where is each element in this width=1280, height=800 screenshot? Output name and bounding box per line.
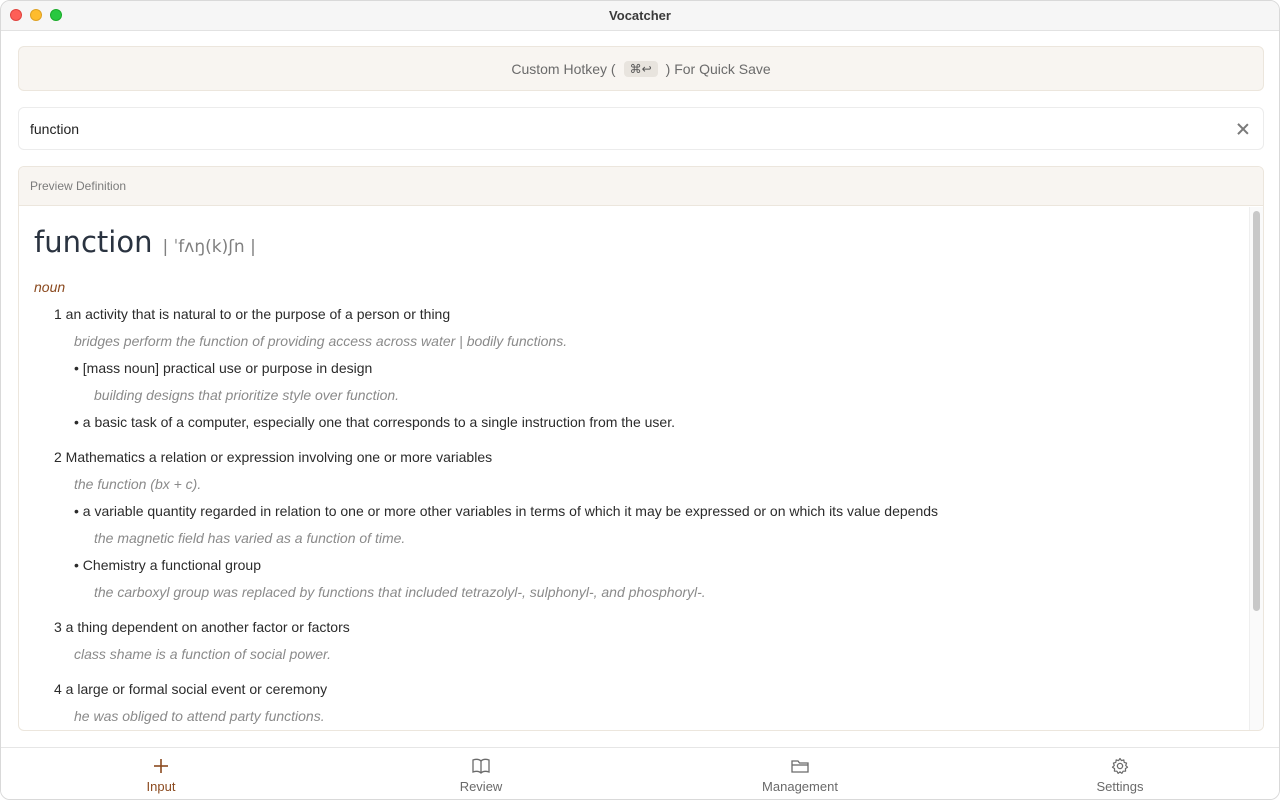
sense-1: 1 an activity that is natural to or the … bbox=[54, 306, 451, 322]
headword: function bbox=[34, 225, 153, 259]
word-search-field bbox=[18, 107, 1264, 150]
tab-management[interactable]: Management bbox=[720, 748, 880, 799]
sense-2a: • a variable quantity regarded in relati… bbox=[74, 503, 939, 519]
book-icon bbox=[472, 758, 490, 774]
preview-definition-panel: Preview Definition function | ˈfʌŋ(k)ʃn … bbox=[18, 166, 1264, 731]
window-title: Vocatcher bbox=[609, 8, 671, 23]
title-bar: Vocatcher bbox=[1, 1, 1279, 31]
tab-review[interactable]: Review bbox=[401, 748, 561, 799]
hotkey-key-badge: ⌘↩ bbox=[623, 60, 658, 77]
tab-settings[interactable]: Settings bbox=[1040, 748, 1200, 799]
tab-settings-label: Settings bbox=[1096, 779, 1144, 794]
sense-1a: • [mass noun] practical use or purpose i… bbox=[74, 360, 373, 376]
hotkey-suffix-text: ) For Quick Save bbox=[665, 60, 771, 77]
sense-4-example: he was obliged to attend party functions… bbox=[74, 708, 325, 724]
bottom-tab-bar: Input Review Management Settings bbox=[1, 747, 1279, 799]
part-of-speech: noun bbox=[34, 279, 66, 295]
tab-input[interactable]: Input bbox=[81, 748, 241, 799]
clear-icon[interactable] bbox=[1235, 121, 1251, 137]
gear-icon bbox=[1111, 757, 1129, 774]
tab-review-label: Review bbox=[459, 779, 503, 794]
headword-row: function | ˈfʌŋ(k)ʃn | bbox=[34, 225, 1249, 259]
word-input[interactable] bbox=[30, 108, 1210, 149]
sense-2a-example: the magnetic field has varied as a funct… bbox=[94, 530, 406, 546]
sense-1a-example: building designs that prioritize style o… bbox=[94, 387, 400, 403]
sense-2b: • Chemistry a functional group bbox=[74, 557, 261, 573]
app-window: Vocatcher Custom Hotkey ( ⌘↩ ) For Quick… bbox=[0, 0, 1280, 800]
sense-3: 3 a thing dependent on another factor or… bbox=[54, 619, 350, 635]
sense-3-example: class shame is a function of social powe… bbox=[74, 646, 332, 662]
sense-2-example: the function (bx + c). bbox=[74, 476, 202, 492]
custom-hotkey-banner[interactable]: Custom Hotkey ( ⌘↩ ) For Quick Save bbox=[18, 46, 1264, 91]
definition-content: function | ˈfʌŋ(k)ʃn | noun 1 an activit… bbox=[19, 207, 1249, 730]
pronunciation: | ˈfʌŋ(k)ʃn | bbox=[162, 237, 256, 257]
folder-icon bbox=[791, 760, 809, 773]
preview-definition-title: Preview Definition bbox=[30, 179, 127, 193]
plus-icon bbox=[154, 759, 168, 773]
sense-1-example: bridges perform the function of providin… bbox=[74, 333, 568, 349]
preview-definition-header: Preview Definition bbox=[19, 167, 1263, 206]
sense-2b-example: the carboxyl group was replaced by funct… bbox=[94, 584, 706, 600]
tab-management-label: Management bbox=[762, 779, 838, 794]
hotkey-prefix-text: Custom Hotkey ( bbox=[511, 60, 616, 77]
sense-1b: • a basic task of a computer, especially… bbox=[74, 414, 675, 430]
tab-input-label: Input bbox=[146, 779, 176, 794]
scrollbar-thumb[interactable] bbox=[1253, 211, 1260, 611]
sense-4: 4 a large or formal social event or cere… bbox=[54, 681, 328, 697]
sense-2: 2 Mathematics a relation or expression i… bbox=[54, 449, 493, 465]
